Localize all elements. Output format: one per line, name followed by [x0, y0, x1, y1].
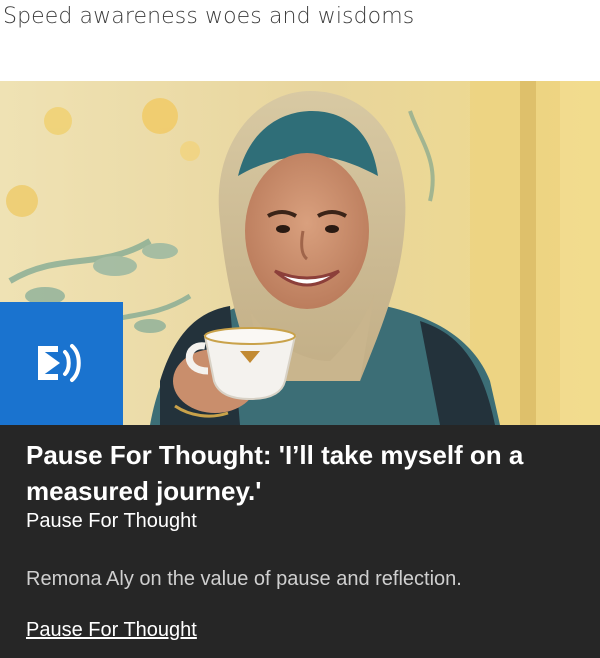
page-headline: Speed awareness woes and wisdoms: [3, 4, 415, 29]
audio-play-badge[interactable]: [0, 302, 123, 425]
card-title[interactable]: Pause For Thought: 'I’ll take myself on …: [26, 437, 574, 509]
card-brand: Pause For Thought: [26, 510, 197, 532]
card-description: Remona Aly on the value of pause and ref…: [26, 568, 462, 590]
programme-link[interactable]: Pause For Thought: [26, 618, 197, 642]
card-info: Pause For Thought: 'I’ll take myself on …: [26, 437, 574, 642]
media-card[interactable]: Pause For Thought: 'I’ll take myself on …: [0, 81, 600, 658]
hero-image[interactable]: [0, 81, 600, 425]
